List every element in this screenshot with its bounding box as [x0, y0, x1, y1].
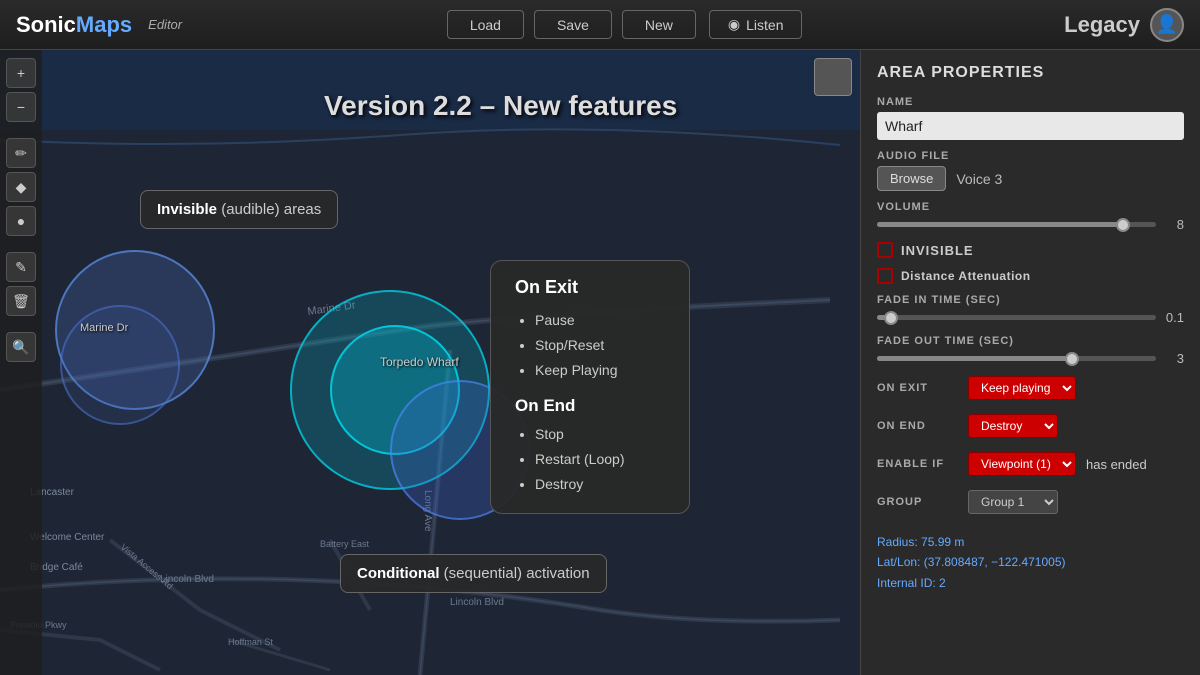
legacy-label: Legacy	[1064, 12, 1140, 38]
on-exit-label: On Exit	[877, 382, 962, 394]
edit-tool-button[interactable]: ✎	[6, 252, 36, 282]
map-svg: Marine Dr Long Ave Lincoln Blvd Lincoln …	[0, 50, 860, 675]
logo-editor: Editor	[148, 17, 182, 32]
group-label: Group	[877, 496, 962, 508]
listen-icon: ◉	[728, 16, 740, 33]
audio-file-label: Audio File	[877, 150, 1184, 162]
fade-out-label: Fade Out Time (sec)	[877, 335, 1184, 347]
fade-out-value: 3	[1164, 351, 1184, 366]
name-input[interactable]	[877, 112, 1184, 140]
fade-out-slider-row: 3	[877, 351, 1184, 366]
on-exit-select[interactable]: Keep playing	[968, 376, 1076, 400]
save-button[interactable]: Save	[534, 10, 612, 39]
right-panel: Area Properties Name Audio File Browse V…	[860, 50, 1200, 675]
listen-button[interactable]: ◉ Listen	[709, 10, 803, 39]
invisible-checkbox-label: Invisible	[901, 243, 974, 258]
layer-button[interactable]	[814, 58, 852, 96]
svg-text:Lincoln Blvd: Lincoln Blvd	[450, 597, 504, 608]
radius-status: Radius: 75.99 m	[877, 532, 1184, 552]
latlon-status: Lat/Lon: (37.808487, −122.471005)	[877, 552, 1184, 572]
svg-text:Hoffman St: Hoffman St	[228, 637, 273, 647]
draw-tool-button[interactable]: ✏	[6, 138, 36, 168]
volume-slider-track[interactable]	[877, 222, 1156, 227]
browse-row: Browse Voice 3	[877, 166, 1184, 191]
logo: SonicMaps	[16, 12, 132, 38]
load-button[interactable]: Load	[447, 10, 524, 39]
svg-text:Battery East: Battery East	[320, 539, 370, 549]
on-end-label: On End	[877, 420, 962, 432]
has-ended-text: has ended	[1086, 457, 1147, 472]
listen-label: Listen	[746, 17, 783, 33]
logo-sonic: Sonic	[16, 12, 76, 37]
name-field-group: Name	[877, 96, 1184, 140]
fade-in-slider-row: 0.1	[877, 310, 1184, 325]
map-area[interactable]: Marine Dr Long Ave Lincoln Blvd Lincoln …	[0, 50, 860, 675]
fade-out-slider-thumb[interactable]	[1065, 352, 1079, 366]
legacy-area: Legacy 👤	[1064, 8, 1184, 42]
internal-id-status: Internal ID: 2	[877, 573, 1184, 593]
on-exit-row: On Exit Keep playing	[877, 376, 1184, 400]
name-label: Name	[877, 96, 1184, 108]
logo-maps: Maps	[76, 12, 132, 37]
browse-button[interactable]: Browse	[877, 166, 946, 191]
svg-text:Long Ave: Long Ave	[422, 490, 433, 532]
fade-out-slider-fill	[877, 356, 1072, 361]
status-info: Radius: 75.99 m Lat/Lon: (37.808487, −12…	[877, 532, 1184, 593]
volume-label: Volume	[877, 201, 1184, 213]
group-select[interactable]: Group 1	[968, 490, 1058, 514]
on-end-select[interactable]: Destroy	[968, 414, 1058, 438]
fade-in-value: 0.1	[1164, 310, 1184, 325]
enable-if-row: Enable If Viewpoint (1) has ended	[877, 452, 1184, 476]
volume-slider-thumb[interactable]	[1116, 218, 1130, 232]
fade-out-group: Fade Out Time (sec) 3	[877, 335, 1184, 366]
fade-in-slider-track[interactable]	[877, 315, 1156, 320]
panel-title: Area Properties	[877, 64, 1184, 82]
distance-attenuation-row: Distance Attenuation	[877, 268, 1184, 284]
header: SonicMaps Editor Load Save New ◉ Listen …	[0, 0, 1200, 50]
fade-in-label: Fade In Time (sec)	[877, 294, 1184, 306]
main: Marine Dr Long Ave Lincoln Blvd Lincoln …	[0, 50, 1200, 675]
volume-group: Volume 8	[877, 201, 1184, 232]
distance-attenuation-label: Distance Attenuation	[901, 269, 1031, 283]
distance-attenuation-checkbox[interactable]	[877, 268, 893, 284]
map-background: Marine Dr Long Ave Lincoln Blvd Lincoln …	[0, 50, 860, 675]
header-buttons: Load Save New ◉ Listen	[182, 10, 1064, 39]
invisible-checkbox[interactable]	[877, 242, 893, 258]
enable-if-label: Enable If	[877, 458, 962, 470]
on-end-row: On End Destroy	[877, 414, 1184, 438]
invisible-checkbox-row: Invisible	[877, 242, 1184, 258]
zoom-out-button[interactable]: −	[6, 92, 36, 122]
audio-file-name: Voice 3	[956, 171, 1002, 187]
new-button[interactable]: New	[622, 10, 696, 39]
enable-if-select[interactable]: Viewpoint (1)	[968, 452, 1076, 476]
zoom-in-button[interactable]: +	[6, 58, 36, 88]
user-icon[interactable]: 👤	[1150, 8, 1184, 42]
fade-out-slider-track[interactable]	[877, 356, 1156, 361]
fade-in-slider-thumb[interactable]	[884, 311, 898, 325]
fade-in-group: Fade In Time (sec) 0.1	[877, 294, 1184, 325]
volume-slider-fill	[877, 222, 1123, 227]
volume-value: 8	[1164, 217, 1184, 232]
left-toolbar: + − ✏ ◆ ● ✎ 🗑 🔍	[0, 50, 42, 675]
search-tool-button[interactable]: 🔍	[6, 332, 36, 362]
shape-tool-button[interactable]: ◆	[6, 172, 36, 202]
circle-tool-button[interactable]: ●	[6, 206, 36, 236]
delete-tool-button[interactable]: 🗑	[6, 286, 36, 316]
volume-slider-row: 8	[877, 217, 1184, 232]
audio-file-group: Audio File Browse Voice 3	[877, 150, 1184, 191]
group-row: Group Group 1	[877, 490, 1184, 514]
